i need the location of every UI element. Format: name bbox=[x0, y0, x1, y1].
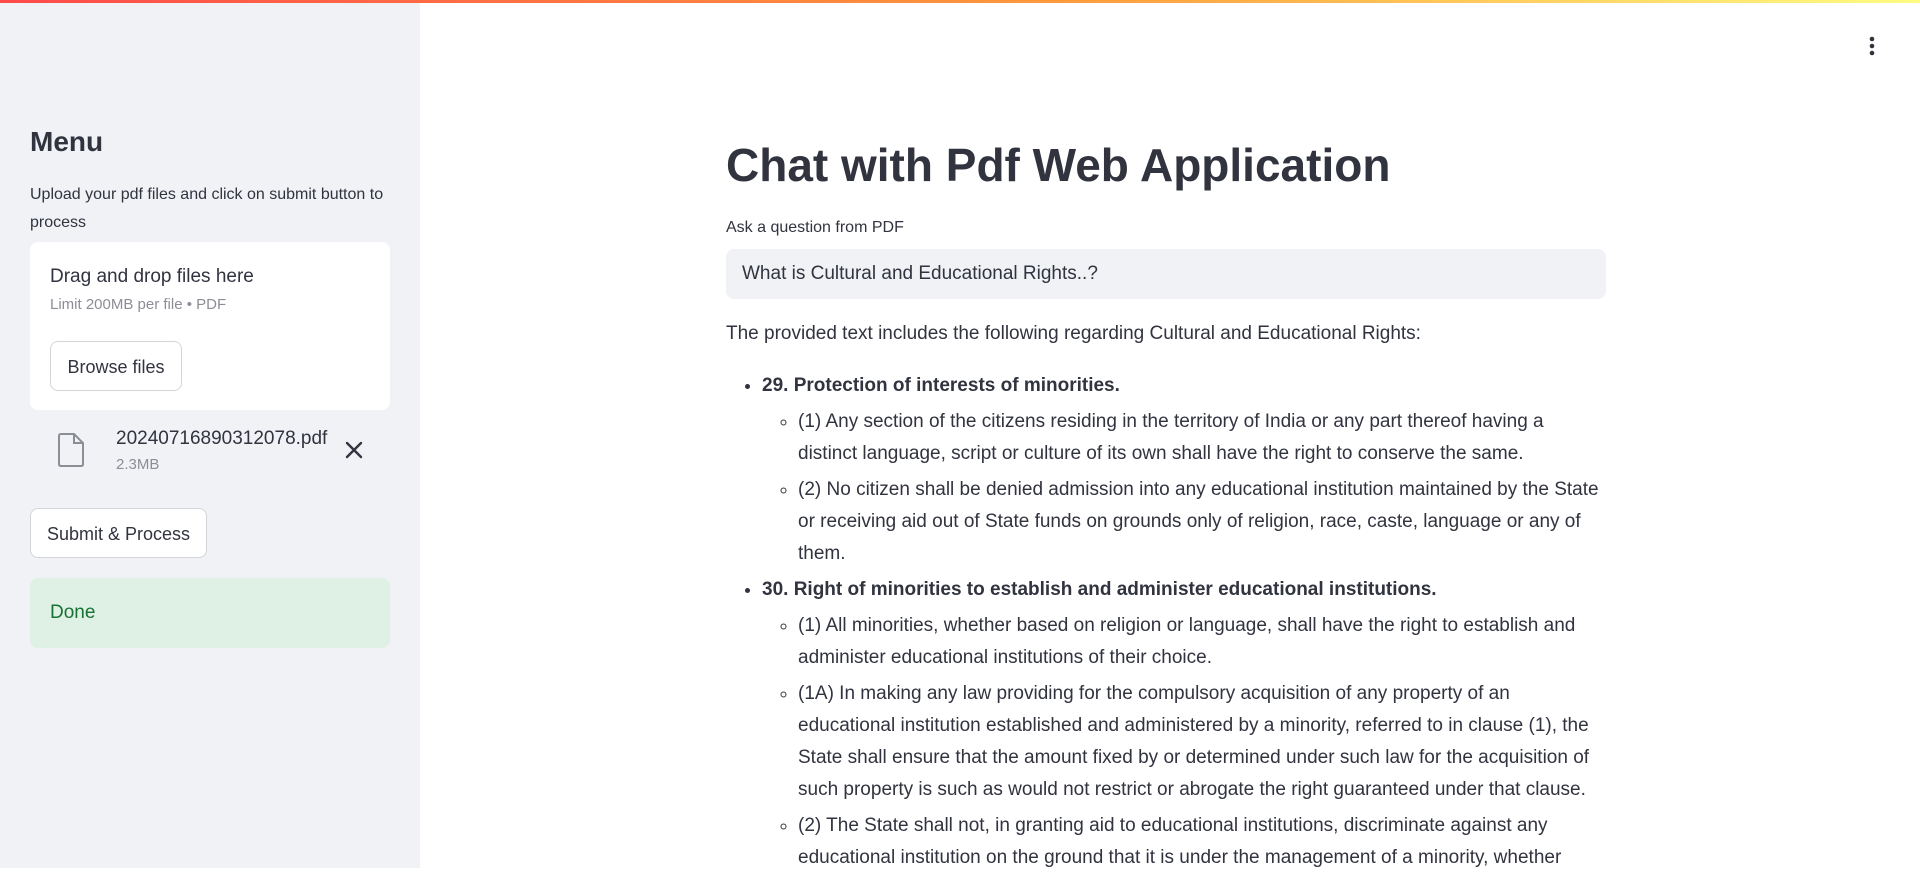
file-name: 20240716890312078.pdf bbox=[116, 428, 328, 449]
list-item: (1A) In making any law providing for the… bbox=[798, 678, 1606, 806]
list-item: 30. Right of minorities to establish and… bbox=[762, 574, 1606, 874]
file-dropzone[interactable]: Drag and drop files here Limit 200MB per… bbox=[30, 242, 390, 410]
answer-sections-list: 29. Protection of interests of minoritie… bbox=[726, 370, 1606, 874]
list-item: 29. Protection of interests of minoritie… bbox=[762, 370, 1606, 570]
section-heading: 30. Right of minorities to establish and… bbox=[762, 579, 1437, 600]
dropzone-title: Drag and drop files here bbox=[50, 266, 254, 287]
section-items-list: (1) All minorities, whether based on rel… bbox=[762, 610, 1606, 874]
sidebar: Menu Upload your pdf files and click on … bbox=[0, 0, 420, 868]
list-item: (1) Any section of the citizens residing… bbox=[798, 406, 1606, 470]
close-icon[interactable] bbox=[342, 438, 366, 462]
section-items-list: (1) Any section of the citizens residing… bbox=[762, 406, 1606, 570]
uploaded-file-item: 20240716890312078.pdf 2.3MB bbox=[30, 420, 390, 480]
sidebar-description: Upload your pdf files and click on submi… bbox=[30, 186, 384, 231]
list-item: (1) All minorities, whether based on rel… bbox=[798, 610, 1606, 674]
top-decoration-bar bbox=[0, 0, 1920, 3]
list-item: (2) The State shall not, in granting aid… bbox=[798, 810, 1606, 874]
page-title: Chat with Pdf Web Application bbox=[726, 139, 1391, 191]
answer-response: The provided text includes the following… bbox=[726, 318, 1606, 878]
browse-files-button[interactable]: Browse files bbox=[50, 341, 182, 391]
file-size: 2.3MB bbox=[116, 456, 160, 473]
question-label: Ask a question from PDF bbox=[726, 219, 904, 236]
question-input[interactable] bbox=[726, 249, 1606, 299]
submit-process-button[interactable]: Submit & Process bbox=[30, 508, 207, 558]
answer-intro: The provided text includes the following… bbox=[726, 323, 1421, 344]
file-icon bbox=[58, 433, 84, 467]
section-heading: 29. Protection of interests of minoritie… bbox=[762, 375, 1120, 396]
dropzone-limit: Limit 200MB per file • PDF bbox=[50, 296, 227, 313]
status-success-alert: Done bbox=[30, 578, 390, 648]
list-item: (2) No citizen shall be denied admission… bbox=[798, 474, 1606, 570]
kebab-menu-icon[interactable] bbox=[1862, 34, 1882, 58]
sidebar-title: Menu bbox=[30, 126, 104, 157]
